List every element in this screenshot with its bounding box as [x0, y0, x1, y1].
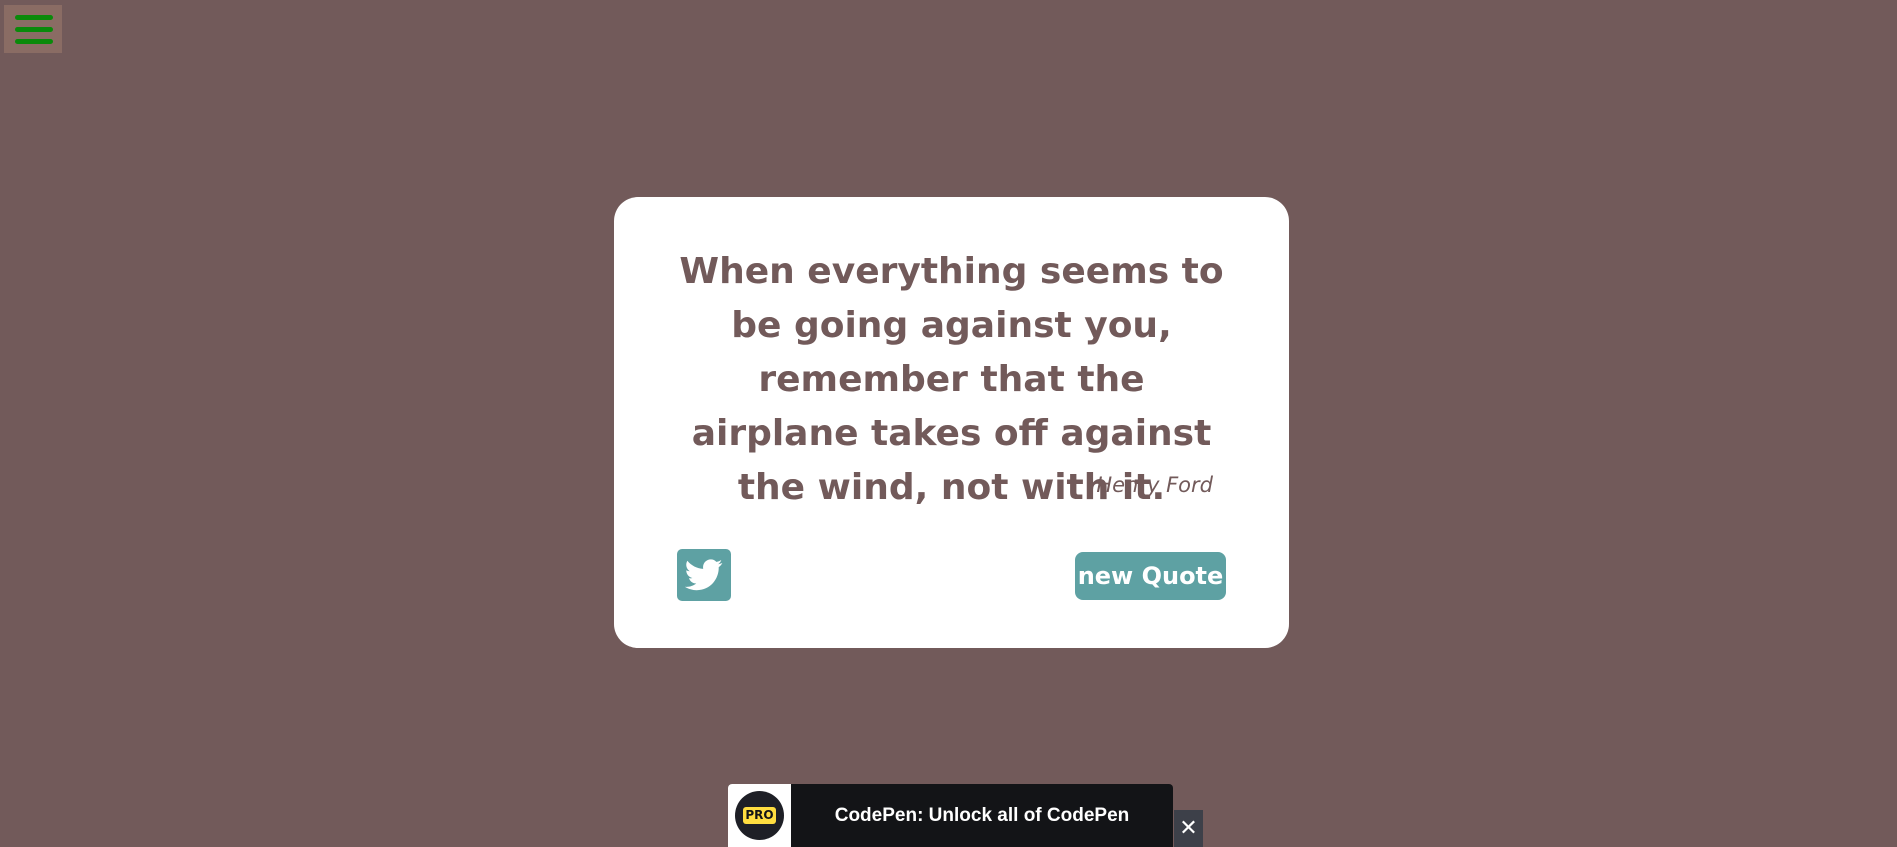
quote-author: Henry Ford: [1096, 473, 1213, 497]
pro-logo-circle: PRO: [735, 791, 784, 840]
close-icon[interactable]: ✕: [1174, 810, 1203, 847]
pro-logo: PRO: [728, 784, 791, 847]
menu-button[interactable]: [4, 5, 62, 53]
new-quote-button[interactable]: new Quote: [1075, 552, 1226, 600]
quote-card: When everything seems to be going agains…: [614, 197, 1289, 648]
twitter-bird-icon: [685, 559, 723, 591]
tweet-quote-button[interactable]: [677, 549, 731, 601]
codepen-pro-banner[interactable]: PRO CodePen: Unlock all of CodePen: [728, 784, 1173, 847]
hamburger-menu-icon-bar: [15, 27, 53, 32]
promo-text: CodePen: Unlock all of CodePen: [834, 805, 1130, 826]
pro-badge: PRO: [743, 807, 776, 824]
hamburger-menu-icon: [15, 15, 53, 20]
hamburger-menu-icon-bar: [15, 39, 53, 44]
